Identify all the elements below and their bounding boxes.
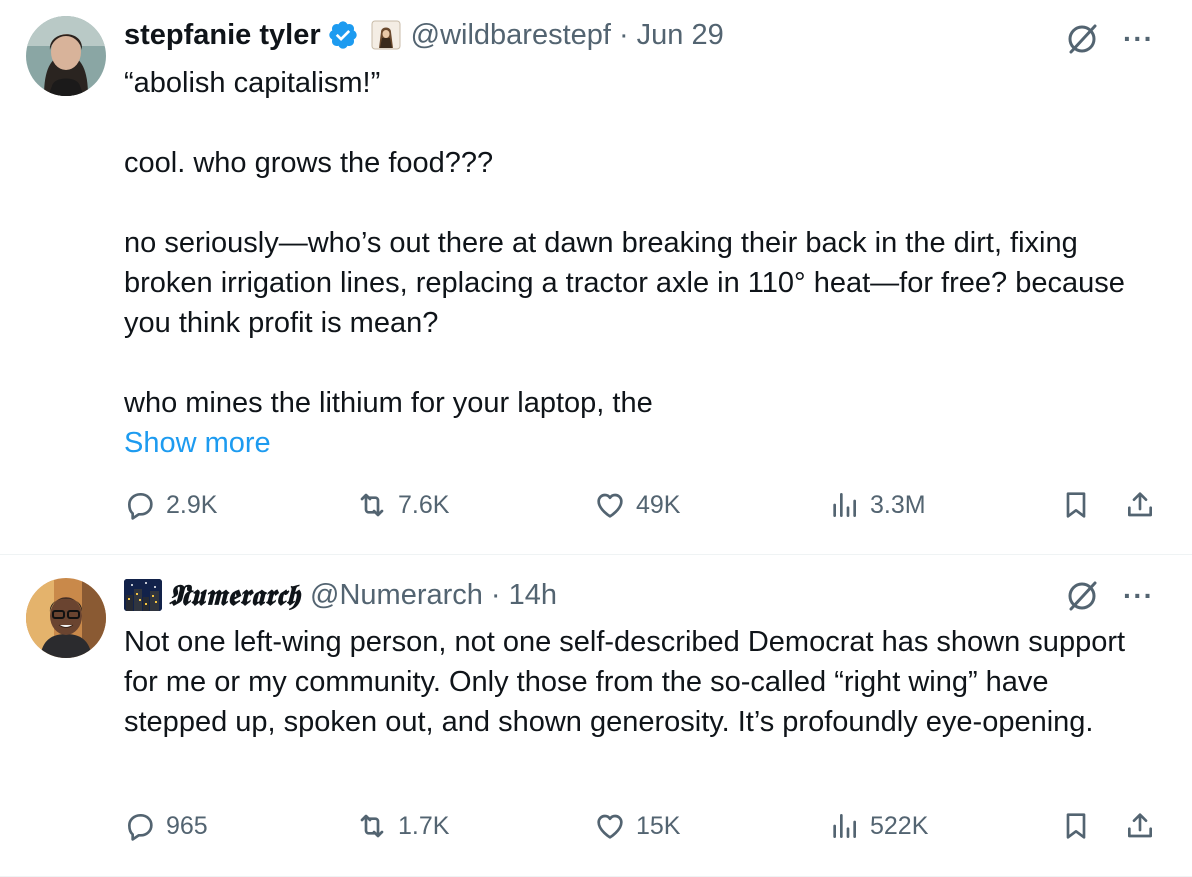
timestamp[interactable]: 14h	[509, 577, 557, 613]
tweet-text: “abolish capitalism!” cool. who grows th…	[124, 63, 1152, 463]
repost-icon	[360, 814, 384, 838]
views-button[interactable]: 522K	[828, 810, 928, 842]
like-button[interactable]: 49K	[594, 489, 680, 521]
like-count: 15K	[636, 811, 681, 840]
repost-count: 7.6K	[398, 490, 450, 519]
bookmark-icon	[1066, 492, 1086, 518]
heart-icon	[597, 814, 623, 839]
timestamp[interactable]: Jun 29	[637, 17, 724, 53]
bookmark-button[interactable]	[1060, 489, 1092, 521]
bookmark-icon	[1066, 813, 1086, 839]
tweet-body: Not one left-wing person, not one self-d…	[124, 626, 1134, 738]
share-icon	[1128, 813, 1152, 838]
verified-badge-icon[interactable]	[327, 19, 359, 51]
tweet-actions: 965 1.7K 15K 522K	[124, 810, 1156, 850]
avatar[interactable]	[26, 16, 106, 96]
share-icon	[1128, 492, 1152, 517]
reply-button[interactable]: 965	[124, 810, 208, 842]
separator: ·	[618, 19, 629, 51]
view-count: 522K	[870, 811, 929, 840]
reply-icon	[128, 814, 153, 841]
grok-icon[interactable]	[1065, 22, 1099, 56]
tweet-body: “abolish capitalism!” cool. who grows th…	[124, 67, 1125, 419]
show-more-link[interactable]: Show more	[124, 427, 271, 459]
display-name[interactable]: stepfanie tyler	[124, 17, 321, 53]
share-button[interactable]	[1124, 810, 1156, 842]
separator: ·	[490, 579, 501, 611]
reply-count: 965	[166, 811, 208, 840]
tweet[interactable]: 𝕹𝖚𝖒𝖊𝖗𝖆𝖗𝖈𝖍 @Numerarch · 14h ··· Not one l…	[0, 555, 1192, 877]
repost-icon	[360, 493, 384, 517]
bookmark-button[interactable]	[1060, 810, 1092, 842]
reply-icon	[128, 493, 153, 520]
tweet-header-actions: ···	[1065, 579, 1154, 613]
reply-button[interactable]: 2.9K	[124, 489, 217, 521]
repost-button[interactable]: 7.6K	[356, 489, 449, 521]
tweet[interactable]: stepfanie tyler @wildbarestepf · Jun 29 …	[0, 0, 1192, 555]
more-options-icon[interactable]: ···	[1123, 25, 1154, 53]
reply-count: 2.9K	[166, 490, 218, 519]
like-button[interactable]: 15K	[594, 810, 680, 842]
views-icon	[833, 493, 856, 517]
repost-count: 1.7K	[398, 811, 450, 840]
repost-button[interactable]: 1.7K	[356, 810, 449, 842]
handle[interactable]: @wildbarestepf	[411, 17, 611, 53]
tweet-header-actions: ···	[1065, 22, 1154, 56]
more-options-icon[interactable]: ···	[1123, 582, 1154, 610]
view-count: 3.3M	[870, 490, 926, 519]
heart-icon	[597, 493, 623, 518]
display-name[interactable]: 𝕹𝖚𝖒𝖊𝖗𝖆𝖗𝖈𝖍	[168, 577, 300, 613]
grok-icon[interactable]	[1065, 579, 1099, 613]
views-icon	[833, 814, 856, 838]
views-button[interactable]: 3.3M	[828, 489, 926, 521]
tweet-text: Not one left-wing person, not one self-d…	[124, 622, 1152, 742]
handle[interactable]: @Numerarch	[310, 577, 483, 613]
tweet-actions: 2.9K 7.6K 49K 3.3M	[124, 489, 1156, 529]
like-count: 49K	[636, 490, 681, 519]
avatar[interactable]	[26, 578, 106, 658]
night-city-emoji-icon	[124, 579, 162, 611]
hooded-figure-emoji-icon	[370, 20, 401, 50]
tweet-header: stepfanie tyler @wildbarestepf · Jun 29	[124, 17, 724, 53]
share-button[interactable]	[1124, 489, 1156, 521]
tweet-header: 𝕹𝖚𝖒𝖊𝖗𝖆𝖗𝖈𝖍 @Numerarch · 14h	[124, 577, 557, 613]
